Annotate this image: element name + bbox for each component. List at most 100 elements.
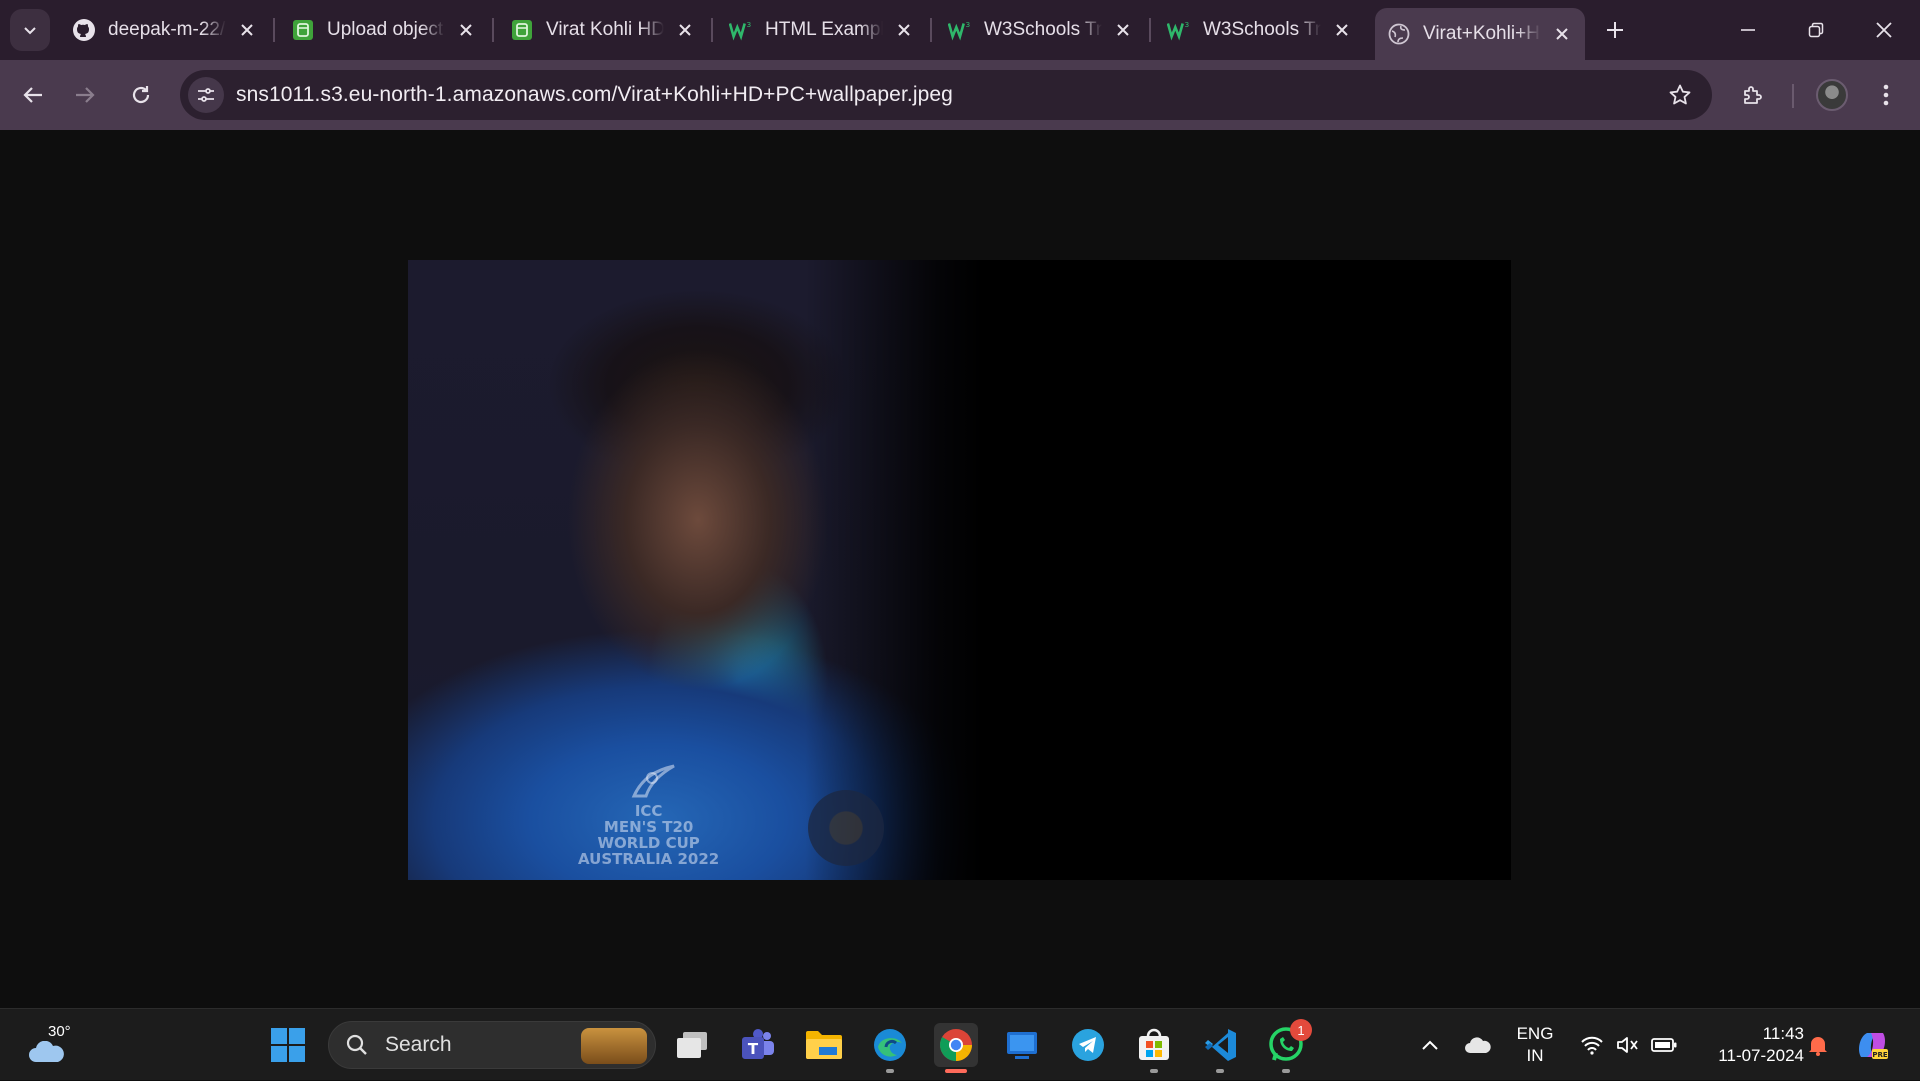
edge-icon [874, 1029, 906, 1061]
chevron-down-icon [24, 27, 36, 35]
chrome-button[interactable] [934, 1023, 978, 1073]
weather-temp: 30° [48, 1023, 71, 1040]
start-button[interactable] [266, 1023, 310, 1067]
onedrive-button[interactable] [1458, 1009, 1498, 1081]
battery-icon [1651, 1038, 1677, 1052]
store-button[interactable] [1132, 1023, 1176, 1073]
windows-app-button[interactable] [1000, 1023, 1044, 1067]
bell-icon [1809, 1037, 1827, 1056]
notifications-button[interactable] [1804, 1009, 1832, 1081]
volume-status[interactable] [1612, 1009, 1644, 1081]
copilot-icon: PRE [1859, 1033, 1888, 1059]
tab-virat-kohli-hd[interactable]: Virat Kohli HD [498, 8, 708, 52]
tab-title: deepak-m-22/ [108, 19, 226, 40]
site-info-button[interactable] [188, 77, 224, 113]
search-highlight-image [581, 1028, 647, 1064]
tab-divider [492, 18, 494, 42]
toolbar-divider [1792, 84, 1794, 108]
globe-icon [1387, 22, 1411, 46]
cloud-icon [1465, 1037, 1491, 1053]
s3-bucket-icon [510, 18, 534, 42]
forward-button[interactable] [64, 74, 106, 116]
tab-html-example[interactable]: 3 HTML Example [717, 8, 927, 52]
tab-title: W3Schools Try [1203, 19, 1321, 40]
bookmark-star-button[interactable] [1662, 77, 1698, 113]
plus-icon [1607, 22, 1623, 38]
close-icon[interactable] [893, 19, 915, 41]
close-icon[interactable] [674, 19, 696, 41]
close-icon[interactable] [455, 19, 477, 41]
page-content: ICC MEN'S T20 WORLD CUP AUSTRALIA 2022 [0, 130, 1920, 1008]
tab-divider [1149, 18, 1151, 42]
wallpaper-image[interactable]: ICC MEN'S T20 WORLD CUP AUSTRALIA 2022 [408, 260, 1511, 880]
running-indicator [945, 1069, 967, 1073]
more-vert-icon [1883, 84, 1889, 106]
telegram-button[interactable] [1066, 1023, 1110, 1067]
browser-toolbar: sns1011.s3.eu-north-1.amazonaws.com/Vira… [0, 60, 1920, 130]
profile-button[interactable] [1811, 74, 1853, 116]
wifi-status[interactable] [1576, 1009, 1608, 1081]
close-icon[interactable] [1112, 19, 1134, 41]
copilot-button[interactable]: PRE [1852, 1009, 1892, 1081]
trophy-logo-icon [631, 764, 675, 798]
w3schools-icon: 3 [1167, 18, 1191, 42]
tab-divider [711, 18, 713, 42]
tab-virat-kohli-image[interactable]: Virat+Kohli+H [1375, 8, 1585, 60]
menu-button[interactable] [1865, 74, 1907, 116]
teams-icon: T [742, 1029, 774, 1059]
tab-title: W3Schools Try [984, 19, 1102, 40]
telegram-icon [1072, 1029, 1104, 1061]
input-language[interactable]: ENG IN [1500, 1023, 1570, 1067]
volume-muted-icon [1617, 1037, 1638, 1053]
tab-github[interactable]: deepak-m-22/ [60, 8, 270, 52]
edge-button[interactable] [868, 1023, 912, 1073]
close-icon[interactable] [1331, 19, 1353, 41]
svg-text:3: 3 [747, 20, 752, 29]
extensions-button[interactable] [1732, 74, 1774, 116]
restore-button[interactable] [1782, 0, 1850, 60]
new-tab-button[interactable] [1597, 12, 1633, 48]
whatsapp-button[interactable]: 1 [1264, 1019, 1312, 1073]
w3schools-icon: 3 [729, 18, 753, 42]
vscode-button[interactable] [1198, 1023, 1242, 1073]
tab-title: Virat Kohli HD [546, 19, 664, 40]
tab-w3schools-try-1[interactable]: 3 W3Schools Try [936, 8, 1146, 52]
github-icon [72, 18, 96, 42]
teams-button[interactable]: T [736, 1023, 780, 1067]
close-icon[interactable] [236, 19, 258, 41]
show-hidden-icons-button[interactable] [1410, 1009, 1450, 1081]
url-text[interactable]: sns1011.s3.eu-north-1.amazonaws.com/Vira… [236, 83, 953, 107]
windows-app-icon [1007, 1032, 1037, 1059]
tab-w3schools-try-2[interactable]: 3 W3Schools Try [1155, 8, 1365, 52]
tab-divider [273, 18, 275, 42]
running-indicator [1150, 1069, 1158, 1073]
tab-upload-object[interactable]: Upload object [279, 8, 489, 52]
reload-button[interactable] [120, 74, 162, 116]
wifi-icon [1581, 1036, 1603, 1055]
reload-icon [132, 86, 150, 104]
task-view-button[interactable] [670, 1023, 714, 1067]
weather-widget[interactable]: 30° [24, 1021, 84, 1069]
puzzle-icon [1744, 86, 1762, 104]
running-indicator [1282, 1069, 1290, 1073]
windows-logo-icon [271, 1028, 305, 1062]
tab-search-button[interactable] [10, 9, 50, 51]
taskbar-search[interactable]: Search [328, 1021, 656, 1069]
close-icon[interactable] [1551, 23, 1573, 45]
file-explorer-button[interactable] [802, 1023, 846, 1067]
system-clock[interactable]: 11:43 11-07-2024 [1694, 1023, 1804, 1067]
close-window-button[interactable] [1850, 0, 1918, 60]
running-indicator [1216, 1069, 1224, 1073]
address-bar[interactable]: sns1011.s3.eu-north-1.amazonaws.com/Vira… [180, 70, 1712, 120]
folder-icon [806, 1031, 842, 1059]
minimize-button[interactable] [1714, 0, 1782, 60]
svg-text:3: 3 [966, 20, 971, 29]
notification-badge: 1 [1290, 1019, 1312, 1041]
cricketer-photo [408, 260, 1511, 880]
tab-strip: deepak-m-22/ Upload object Virat Kohli H… [0, 0, 1920, 60]
back-button[interactable] [12, 74, 54, 116]
language-code: ENG [1516, 1024, 1554, 1043]
svg-text:T: T [748, 1040, 759, 1058]
avatar [1816, 79, 1848, 111]
battery-status[interactable] [1648, 1009, 1680, 1081]
